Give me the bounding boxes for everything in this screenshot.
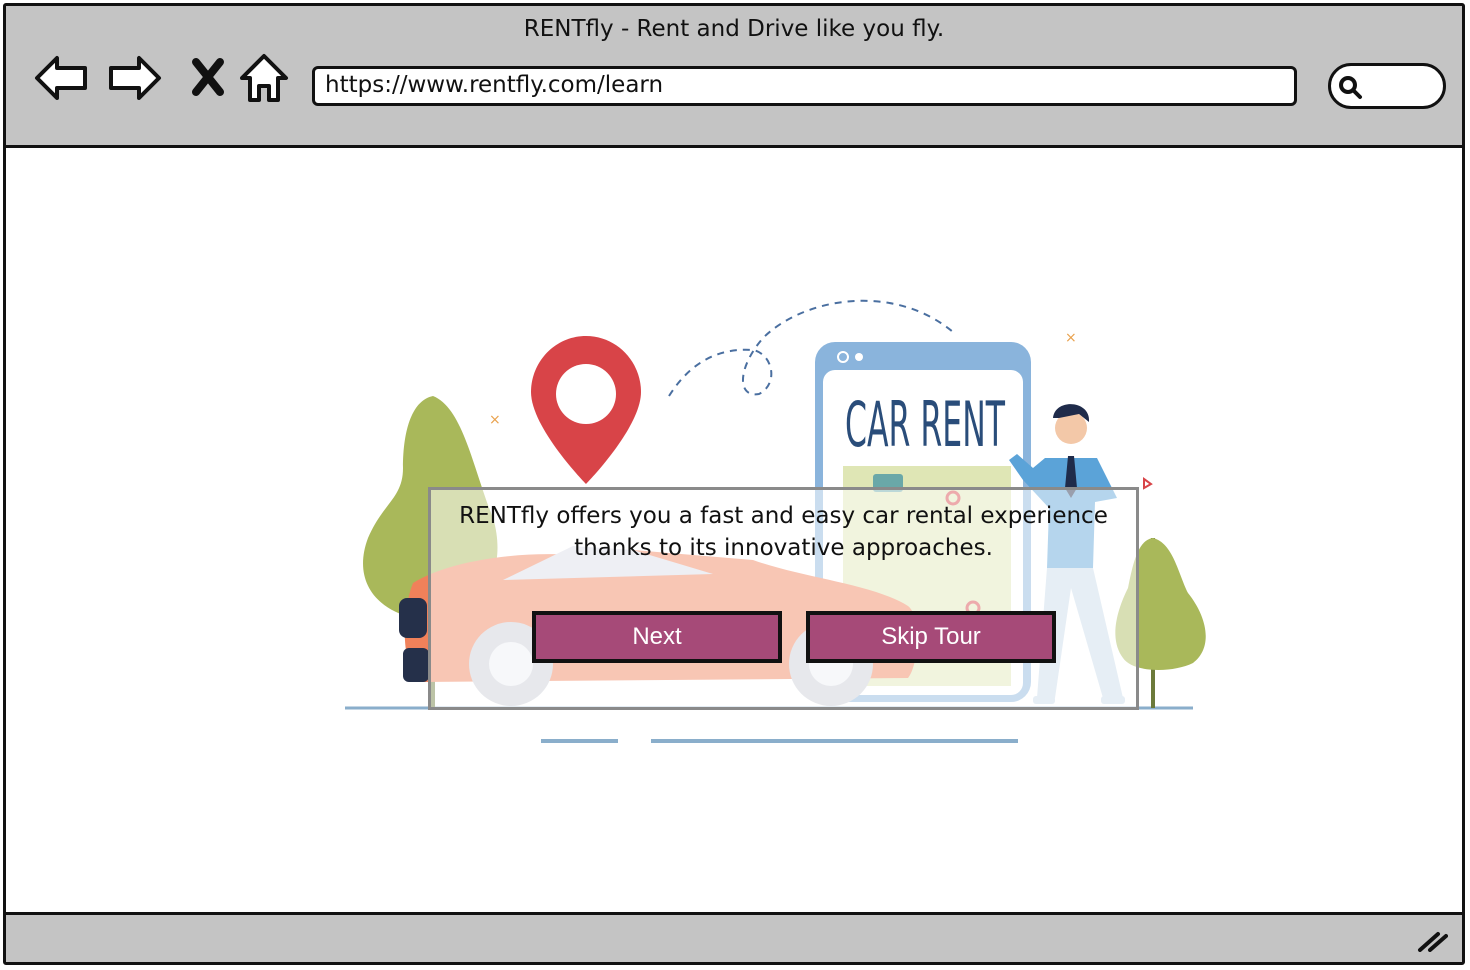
tour-message: RENTfly offers you a fast and easy car r…	[459, 503, 1108, 561]
window-title: RENTfly - Rent and Drive like you fly.	[523, 16, 945, 42]
tour-dialog: RENTfly offers you a fast and easy car r…	[428, 487, 1139, 710]
svg-text:×: ×	[1065, 330, 1077, 346]
back-arrow-icon[interactable]	[33, 50, 89, 106]
home-icon[interactable]	[236, 50, 292, 106]
search-icon	[1339, 76, 1362, 99]
status-bar	[6, 912, 1462, 962]
close-icon[interactable]	[182, 50, 238, 106]
browser-window: RENTfly - Rent and Drive like you fly. h…	[3, 3, 1465, 965]
forward-arrow-icon[interactable]	[107, 50, 163, 106]
resize-handle-icon[interactable]	[1416, 928, 1448, 952]
search-box[interactable]	[1328, 63, 1446, 109]
address-bar[interactable]: https://www.rentfly.com/learn	[312, 66, 1297, 106]
phone-title: CAR RENT	[845, 388, 1006, 461]
next-button[interactable]: Next	[532, 611, 782, 663]
skip-tour-button[interactable]: Skip Tour	[806, 611, 1056, 663]
svg-text:×: ×	[489, 412, 501, 428]
browser-toolbar: RENTfly - Rent and Drive like you fly. h…	[6, 6, 1462, 148]
